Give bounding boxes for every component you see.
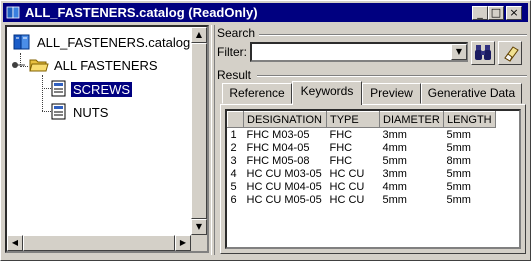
type-cell: HC CU	[329, 180, 365, 193]
tab-generative-data[interactable]: Generative Data	[421, 83, 522, 104]
tree-horizontal-scrollbar[interactable]: ◀ ▶	[7, 235, 191, 251]
tab-reference[interactable]: Reference	[222, 83, 292, 104]
result-group-line	[257, 75, 527, 77]
tab-label: Reference	[229, 86, 285, 100]
designation-cell: FHC M05-08	[246, 154, 310, 167]
tree-connector	[42, 88, 51, 89]
catalog-tree[interactable]: ALL_FASTENERS.catalog ALL FASTENERS SCRE…	[5, 25, 209, 253]
designation-cell: FHC M04-05	[246, 141, 310, 154]
row-index: 2	[230, 141, 237, 154]
diameter-cell: 5mm	[382, 154, 407, 167]
type-cell: FHC	[329, 128, 353, 141]
length-cell: 5mm	[446, 167, 471, 180]
tree-item-label: ALL_FASTENERS.catalog	[37, 34, 191, 50]
clear-button[interactable]	[498, 41, 522, 65]
table-row[interactable]: 2 FHC M04-05 FHC 4mm 5mm	[228, 141, 496, 154]
tree-item-screws[interactable]: SCREWS	[51, 80, 134, 98]
result-list[interactable]: DESIGNATION TYPE DIAMETER LENGTH 1 FHC M0…	[225, 109, 521, 249]
collapse-toggle-icon[interactable]	[11, 60, 25, 70]
column-header-type[interactable]: TYPE	[326, 111, 380, 128]
pane-splitter[interactable]	[211, 25, 215, 255]
tree-item-nuts[interactable]: NUTS	[51, 103, 108, 121]
diameter-cell: 4mm	[382, 141, 407, 154]
length-cell: 5mm	[446, 180, 471, 193]
tab-label: Generative Data	[427, 86, 516, 100]
catalog-browser-window: ALL_FASTENERS.catalog (ReadOnly) _ □ × A…	[0, 0, 531, 261]
scroll-thumb[interactable]	[23, 235, 175, 251]
eraser-icon	[504, 46, 519, 62]
length-cell: 5mm	[446, 193, 471, 206]
table-row[interactable]: 1 FHC M03-05 FHC 3mm 5mm	[228, 128, 496, 142]
scroll-left-icon[interactable]: ◀	[7, 235, 23, 251]
filter-label: Filter:	[217, 45, 247, 59]
row-index: 4	[230, 167, 237, 180]
result-table: DESIGNATION TYPE DIAMETER LENGTH 1 FHC M0…	[227, 111, 496, 206]
scroll-thumb[interactable]	[191, 43, 207, 219]
diameter-cell: 3mm	[382, 128, 407, 141]
filter-input[interactable]	[250, 42, 468, 62]
designation-cell: HC CU M04-05	[246, 180, 322, 193]
row-index: 6	[230, 193, 237, 206]
length-cell: 8mm	[446, 154, 471, 167]
length-cell: 5mm	[446, 128, 471, 141]
tree-item-root[interactable]: ALL_FASTENERS.catalog	[13, 32, 190, 52]
table-row[interactable]: 6 HC CU M05-05 HC CU 5mm 5mm	[228, 193, 496, 206]
catalog-book-icon	[13, 34, 30, 50]
column-header-designation[interactable]: DESIGNATION	[243, 111, 327, 128]
scrollbar-corner	[191, 235, 207, 251]
tree-item-all-fasteners[interactable]: ALL FASTENERS	[11, 57, 158, 73]
row-index: 1	[230, 128, 237, 141]
table-row[interactable]: 3 FHC M05-08 FHC 5mm 8mm	[228, 154, 496, 167]
type-cell: FHC	[329, 141, 353, 154]
title-bar[interactable]: ALL_FASTENERS.catalog (ReadOnly) _ □ ×	[3, 3, 528, 22]
designation-cell: HC CU M03-05	[246, 167, 322, 180]
find-button[interactable]	[471, 41, 495, 65]
search-section-label: Search	[217, 26, 256, 40]
minimize-icon[interactable]: _	[472, 6, 488, 20]
type-cell: HC CU	[329, 167, 365, 180]
column-header-index[interactable]	[227, 111, 244, 128]
chevron-down-icon[interactable]: ▼	[451, 44, 467, 60]
tree-item-label: ALL FASTENERS	[54, 57, 158, 73]
designation-cell: FHC M03-05	[246, 128, 310, 141]
binoculars-icon	[475, 45, 491, 60]
diameter-cell: 4mm	[382, 180, 407, 193]
row-index: 3	[230, 154, 237, 167]
designation-cell: HC CU M05-05	[246, 193, 322, 206]
search-group-line	[259, 34, 527, 36]
tab-label: Preview	[370, 86, 413, 100]
catalog-book-icon	[6, 6, 20, 19]
tree-connector	[42, 75, 43, 111]
type-cell: HC CU	[329, 193, 365, 206]
column-header-diameter[interactable]: DIAMETER	[379, 111, 444, 128]
family-icon	[51, 103, 66, 120]
table-row[interactable]: 5 HC CU M04-05 HC CU 4mm 5mm	[228, 180, 496, 193]
tree-connector	[42, 111, 51, 112]
tab-preview[interactable]: Preview	[362, 83, 421, 104]
window-title: ALL_FASTENERS.catalog (ReadOnly)	[25, 5, 258, 20]
diameter-cell: 5mm	[382, 193, 407, 206]
tab-keywords[interactable]: Keywords	[292, 81, 362, 105]
maximize-icon[interactable]: □	[488, 6, 504, 20]
tree-item-label: SCREWS	[69, 80, 134, 98]
length-cell: 5mm	[446, 141, 471, 154]
scroll-down-icon[interactable]: ▼	[191, 219, 207, 235]
row-index: 5	[230, 180, 237, 193]
tab-label: Keywords	[300, 84, 354, 98]
close-icon[interactable]: ×	[506, 6, 522, 20]
scroll-right-icon[interactable]: ▶	[175, 235, 191, 251]
table-header: DESIGNATION TYPE DIAMETER LENGTH	[227, 111, 496, 128]
table-row[interactable]: 4 HC CU M03-05 HC CU 3mm 5mm	[228, 167, 496, 180]
result-section-label: Result	[217, 68, 252, 82]
folder-open-icon	[29, 59, 49, 72]
diameter-cell: 3mm	[382, 167, 407, 180]
family-icon	[51, 80, 66, 97]
tree-item-label: NUTS	[73, 104, 109, 120]
type-cell: FHC	[329, 154, 353, 167]
column-header-length[interactable]: LENGTH	[443, 111, 496, 128]
tree-vertical-scrollbar[interactable]: ▲ ▼	[191, 27, 207, 235]
scroll-up-icon[interactable]: ▲	[191, 27, 207, 43]
